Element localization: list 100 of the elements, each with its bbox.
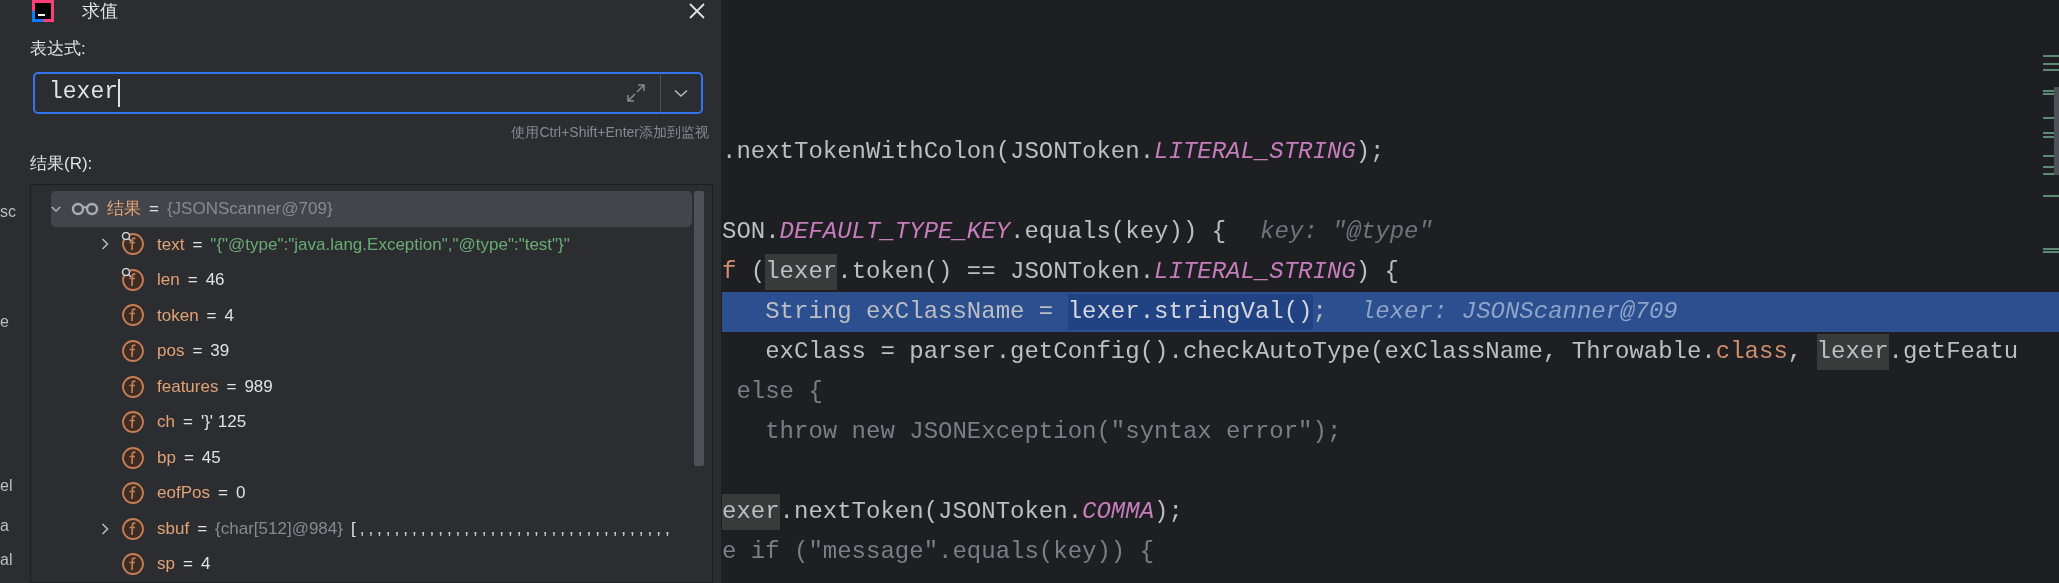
code-text: ( (749, 257, 766, 287)
equals-sign: = (187, 269, 198, 292)
equals-sign: = (192, 340, 203, 363)
result-label: 结果(R): (30, 152, 94, 175)
equals-sign: = (192, 233, 203, 256)
tree-row[interactable]: eofPos = 0 (51, 475, 692, 511)
field-icon (121, 410, 145, 435)
field-icon (121, 481, 145, 506)
code-text: , (1787, 337, 1804, 367)
glasses-icon (71, 201, 99, 216)
variable-value: 46 (205, 269, 225, 292)
background-text: al (0, 550, 14, 570)
tree-row[interactable]: bp = 45 (51, 439, 692, 476)
variable-value: "{"@type":"java.lang.Exception","@type":"test"}" (210, 233, 570, 256)
field-icon (121, 338, 145, 363)
code-text: .equals(key)) { (1010, 217, 1227, 247)
watch-hint: 使用Ctrl+Shift+Enter添加到监视 (511, 122, 709, 142)
code-text: ); (1355, 137, 1385, 167)
tree-row[interactable]: sp = 4 (51, 546, 692, 582)
code-text: throw new JSONException("syntax error"); (764, 417, 1342, 447)
watched-field-icon (121, 232, 145, 257)
code-text: ); (1154, 497, 1183, 527)
app-logo-icon (32, 0, 54, 22)
code-text: e if ("message".equals(key)) { (722, 537, 1155, 567)
highlighted-identifier: lexer (1816, 334, 1889, 370)
expression-field[interactable]: lexer (33, 71, 703, 114)
scrollbar-thumb[interactable] (694, 191, 704, 466)
code-text: exClass = parser.getConfig().checkAutoType(exClassName, Throwable. (764, 337, 1716, 367)
equals-sign: = (182, 411, 193, 434)
code-text: LITERAL_STRING (1154, 137, 1356, 167)
variable-name: eofPos (157, 482, 210, 505)
inline-value-hint: lexer: JSONScanner@709 (1360, 297, 1678, 327)
tree-row[interactable]: 结果 = {JSONScanner@709} (51, 191, 692, 227)
field-icon (121, 374, 145, 399)
tree-row[interactable]: ch = '}' 125 (51, 404, 692, 440)
expand-icon[interactable] (626, 82, 646, 103)
variable-name: text (157, 233, 185, 256)
tree-row[interactable]: pos = 39 (51, 333, 692, 369)
expression-text: lexer (48, 78, 118, 108)
code-text: DEFAULT_TYPE_KEY (779, 217, 1011, 247)
tree-row[interactable]: token = 4 (51, 297, 692, 334)
variable-value: 4 (200, 553, 211, 576)
chevron-right-icon[interactable] (99, 238, 111, 251)
variable-name: ch (157, 411, 175, 434)
field-icon (121, 516, 145, 541)
chevron-right-icon[interactable] (99, 522, 111, 535)
background-text: el (0, 476, 14, 496)
variable-value: 0 (235, 482, 246, 505)
variable-name: sp (157, 553, 175, 576)
code-text: .token() == JSONToken. (837, 257, 1155, 287)
variable-value: 45 (201, 446, 221, 469)
code-text: class (1715, 337, 1788, 367)
variable-name: len (157, 269, 180, 292)
equals-sign: = (182, 553, 193, 576)
variable-value: '}' 125 (200, 411, 247, 434)
background-text: e (0, 312, 10, 332)
inline-value-hint: key: "@type" (1260, 217, 1433, 247)
field-icon (121, 445, 145, 470)
code-text: else { (735, 377, 823, 407)
variable-value: {char[512]@984} (215, 517, 343, 540)
tree-row[interactable]: len = 46 (51, 262, 692, 298)
code-text: f (722, 257, 737, 287)
equals-sign: = (183, 446, 194, 469)
equals-sign: = (197, 517, 208, 540)
dialog-title: 求值 (82, 0, 118, 23)
tree-row[interactable]: sbuf = {char[512]@984} [,,,,,,,,,,,,,,,,,,,,,,,,,,,,,,,,,,,, (51, 510, 692, 547)
equals-sign: = (226, 375, 237, 398)
code-text: ) { (1355, 257, 1399, 287)
code-text: .nextToken(JSONToken. (779, 497, 1083, 527)
equals-sign: = (149, 198, 159, 220)
variable-value: 989 (244, 375, 273, 398)
variable-name: token (157, 304, 199, 327)
equals-sign: = (217, 482, 228, 505)
variable-name: features (157, 375, 219, 398)
background-text: sc (0, 202, 17, 222)
field-icon (121, 552, 145, 577)
variable-value: {JSONScanner@709} (166, 198, 333, 220)
variable-name: pos (157, 340, 185, 363)
array-preview: [,,,,,,,,,,,,,,,,,,,,,,,,,,,,,,,,,,,, (350, 517, 674, 540)
code-text: String exClassName = (764, 297, 1055, 327)
variable-value: 4 (224, 304, 234, 327)
code-text: .getFeatu (1888, 337, 2019, 367)
field-icon (121, 303, 145, 328)
variable-value: 39 (210, 340, 230, 363)
watched-field-icon (121, 267, 145, 292)
variable-name: bp (157, 446, 176, 469)
code-text: LITERAL_STRING (1154, 257, 1356, 287)
background-text: a (0, 516, 10, 536)
expression-label: 表达式: (30, 38, 87, 60)
code-text: SON. (722, 217, 780, 247)
highlighted-identifier: exer (722, 494, 780, 530)
tree-row[interactable]: features = 989 (51, 368, 692, 405)
code-text: COMMA (1082, 497, 1155, 527)
selected-code: lexer.stringVal() (1067, 294, 1313, 330)
equals-sign: = (206, 304, 217, 327)
variable-name: sbuf (157, 517, 190, 540)
text-caret (118, 78, 120, 107)
tree-row[interactable]: text = "{"@type":"java.lang.Exception","@type":"test"}" (51, 226, 692, 263)
close-icon[interactable] (689, 3, 705, 19)
highlighted-identifier: lexer (765, 254, 838, 290)
